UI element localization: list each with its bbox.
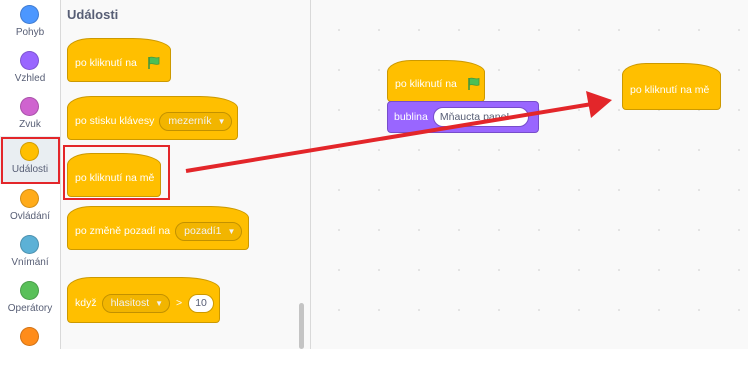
drag-arrow-annotation [185,91,612,173]
